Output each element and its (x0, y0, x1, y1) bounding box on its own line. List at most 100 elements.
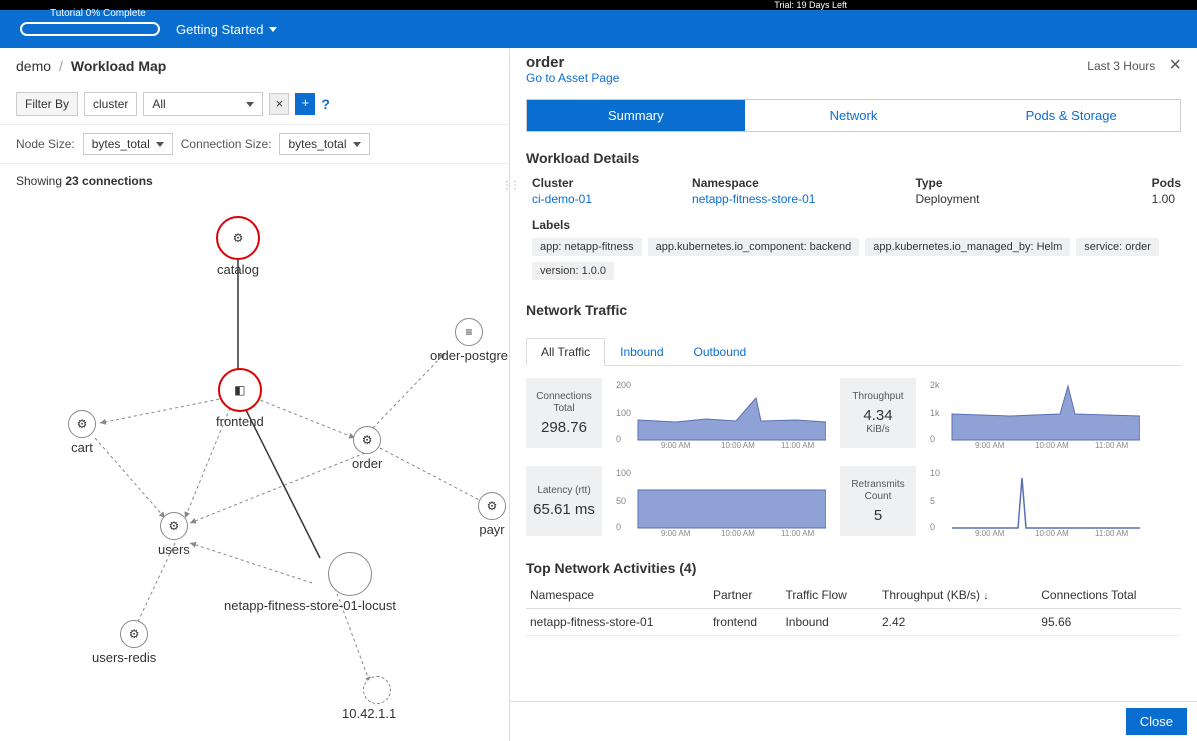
chevron-down-icon (246, 102, 254, 107)
time-range-label[interactable]: Last 3 Hours (1087, 59, 1155, 73)
breadcrumb-current: Workload Map (71, 58, 166, 74)
svg-text:10:00 AM: 10:00 AM (1035, 529, 1069, 536)
col-throughput[interactable]: Throughput (KB/s) ↓ (878, 582, 1037, 609)
cluster-link[interactable]: ci-demo-01 (532, 192, 592, 206)
node-locust[interactable] (328, 552, 372, 596)
tutorial-bar: Tutorial 0% Complete Getting Started (0, 10, 1197, 48)
svg-text:10:00 AM: 10:00 AM (1035, 441, 1069, 448)
svg-text:11:00 AM: 11:00 AM (1095, 441, 1129, 448)
node-cart[interactable]: ⚙ (68, 410, 96, 438)
filter-by-label: Filter By (16, 92, 78, 116)
namespace-link[interactable]: netapp-fitness-store-01 (692, 192, 815, 206)
chart-retransmits: 10 5 0 9:00 AM 10:00 AM 11:00 AM (930, 466, 1140, 536)
label-chip: app.kubernetes.io_managed_by: Helm (865, 238, 1070, 256)
labels-title: Labels (532, 218, 1181, 232)
metric-connections: Connections Total 298.76 (526, 378, 602, 448)
breadcrumb-root[interactable]: demo (16, 58, 51, 74)
connection-size-label: Connection Size: (181, 137, 272, 151)
workload-graph[interactable]: ⚙catalog ◧frontend ⚙cart ⚙order ≡order-p… (0, 198, 509, 741)
node-catalog[interactable]: ⚙ (216, 216, 260, 260)
svg-text:9:00 AM: 9:00 AM (661, 529, 691, 536)
subtab-outbound[interactable]: Outbound (679, 338, 762, 365)
col-partner[interactable]: Partner (709, 582, 781, 609)
chart-connections: 200 100 0 9:00 AM 10:00 AM 11:00 AM (616, 378, 826, 448)
left-pane: demo / Workload Map Filter By cluster Al… (0, 48, 510, 741)
metric-retransmits: Retransmits Count 5 (840, 466, 916, 536)
tutorial-progress-pill[interactable] (20, 22, 160, 36)
col-connections[interactable]: Connections Total (1037, 582, 1181, 609)
getting-started-dropdown[interactable]: Getting Started (176, 22, 277, 37)
label-chip: service: order (1076, 238, 1159, 256)
breadcrumb: demo / Workload Map (0, 48, 509, 84)
labels-chips: app: netapp-fitness app.kubernetes.io_co… (532, 238, 1181, 280)
chevron-down-icon (353, 142, 361, 147)
node-ip[interactable] (363, 676, 391, 704)
svg-text:10:00 AM: 10:00 AM (721, 441, 755, 448)
svg-text:5: 5 (930, 496, 935, 506)
node-size-label: Node Size: (16, 137, 75, 151)
tab-pods-storage[interactable]: Pods & Storage (962, 100, 1180, 131)
chevron-down-icon (269, 27, 277, 32)
node-frontend[interactable]: ◧ (218, 368, 262, 412)
label-chip: version: 1.0.0 (532, 262, 614, 280)
node-payment[interactable]: ⚙ (478, 492, 506, 520)
traffic-subtabs: All Traffic Inbound Outbound (526, 338, 1181, 366)
svg-text:10:00 AM: 10:00 AM (721, 529, 755, 536)
svg-text:2k: 2k (930, 380, 940, 390)
chart-latency: 100 50 0 9:00 AM 10:00 AM 11:00 AM (616, 466, 826, 536)
network-traffic-title: Network Traffic (526, 302, 1181, 318)
svg-text:9:00 AM: 9:00 AM (661, 441, 691, 448)
subtab-all-traffic[interactable]: All Traffic (526, 338, 605, 366)
svg-text:9:00 AM: 9:00 AM (975, 529, 1005, 536)
node-order-postgres[interactable]: ≡ (455, 318, 483, 346)
label-chip: app.kubernetes.io_component: backend (648, 238, 860, 256)
node-size-dropdown[interactable]: bytes_total (83, 133, 173, 155)
label-chip: app: netapp-fitness (532, 238, 642, 256)
add-filter-button[interactable]: + (295, 93, 315, 115)
filter-value-dropdown[interactable]: All (143, 92, 263, 116)
asset-page-link[interactable]: Go to Asset Page (526, 71, 619, 85)
svg-text:1k: 1k (930, 408, 940, 418)
svg-text:200: 200 (616, 380, 631, 390)
table-row[interactable]: netapp-fitness-store-01 frontend Inbound… (526, 609, 1181, 636)
node-users[interactable]: ⚙ (160, 512, 188, 540)
node-users-redis[interactable]: ⚙ (120, 620, 148, 648)
svg-text:50: 50 (616, 496, 626, 506)
details-panel: order Go to Asset Page Last 3 Hours × Su… (510, 48, 1197, 741)
svg-text:100: 100 (616, 408, 631, 418)
size-controls: Node Size: bytes_total Connection Size: … (0, 125, 509, 164)
tab-summary[interactable]: Summary (527, 100, 745, 131)
tab-network[interactable]: Network (745, 100, 963, 131)
panel-tabs: Summary Network Pods & Storage (526, 99, 1181, 132)
svg-text:0: 0 (930, 434, 935, 444)
close-icon[interactable]: × (1169, 54, 1181, 77)
activities-title: Top Network Activities (4) (526, 560, 1181, 576)
metric-latency: Latency (rtt) 65.61 ms (526, 466, 602, 536)
workload-details-title: Workload Details (526, 150, 1181, 166)
filter-bar: Filter By cluster All × + ? (0, 84, 509, 125)
activities-table: Namespace Partner Traffic Flow Throughpu… (526, 582, 1181, 636)
trial-bar: Trial: 19 Days Left (0, 0, 1197, 10)
col-traffic-flow[interactable]: Traffic Flow (781, 582, 878, 609)
svg-text:100: 100 (616, 468, 631, 478)
svg-text:11:00 AM: 11:00 AM (781, 441, 815, 448)
svg-text:0: 0 (930, 522, 935, 532)
node-order[interactable]: ⚙ (353, 426, 381, 454)
subtab-inbound[interactable]: Inbound (605, 338, 678, 365)
connection-size-dropdown[interactable]: bytes_total (279, 133, 369, 155)
svg-text:11:00 AM: 11:00 AM (1095, 529, 1129, 536)
svg-text:0: 0 (616, 522, 621, 532)
sort-desc-icon: ↓ (983, 591, 988, 602)
help-icon[interactable]: ? (321, 96, 330, 112)
metric-throughput: Throughput 4.34 KiB/s (840, 378, 916, 448)
close-button[interactable]: Close (1126, 708, 1187, 735)
svg-text:0: 0 (616, 434, 621, 444)
clear-filter-button[interactable]: × (269, 93, 289, 115)
filter-key[interactable]: cluster (84, 92, 137, 116)
svg-text:9:00 AM: 9:00 AM (975, 441, 1005, 448)
col-namespace[interactable]: Namespace (526, 582, 709, 609)
panel-footer: Close (510, 701, 1197, 741)
tutorial-progress-label: Tutorial 0% Complete (50, 8, 146, 19)
chevron-down-icon (156, 142, 164, 147)
showing-count: Showing 23 connections (0, 164, 509, 198)
